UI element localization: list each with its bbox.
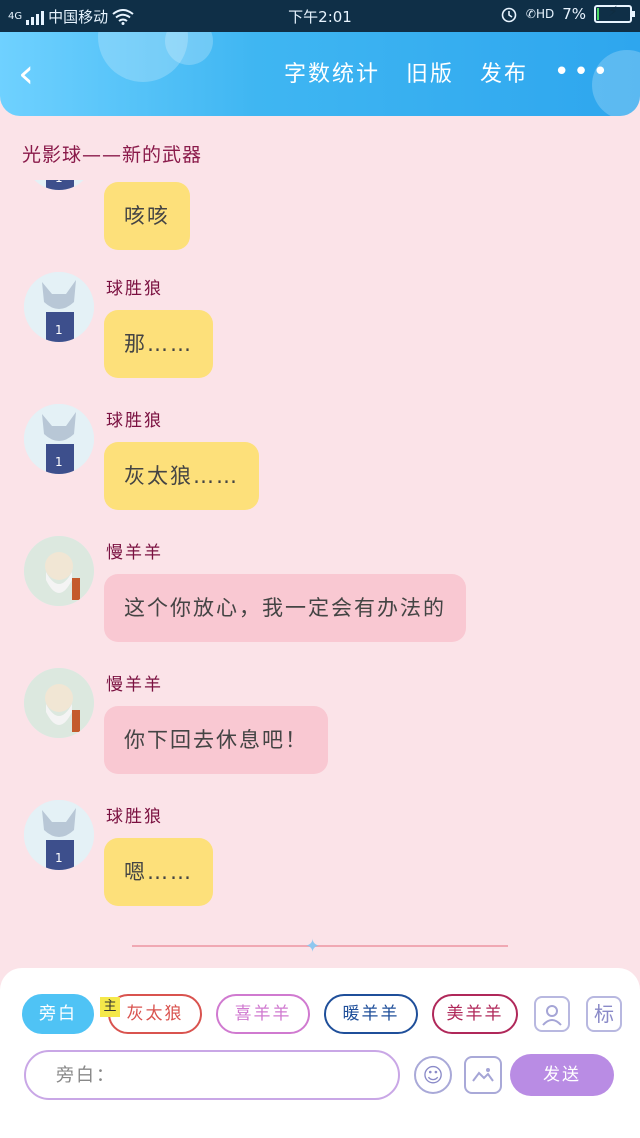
message-bubble: 灰太狼…… (104, 442, 259, 510)
speaker-name: 球胜狼 (106, 807, 163, 827)
charging-icon: ⚡ (608, 4, 618, 20)
svg-text:1: 1 (55, 455, 63, 469)
role-chip-pretty-goat[interactable]: 美羊羊 (432, 994, 518, 1034)
message-bubble: 咳咳 (104, 182, 190, 250)
role-chip-pleasant-goat[interactable]: 喜羊羊 (216, 994, 310, 1034)
wolf-avatar[interactable]: 1 (24, 404, 94, 474)
speaker-name: 慢羊羊 (106, 675, 163, 695)
svg-text:1: 1 (55, 851, 63, 865)
speaker-name: 慢羊羊 (106, 543, 163, 563)
star-decor-icon: ✦ (305, 936, 321, 957)
alarm-icon (501, 7, 517, 23)
message-bubble: 那…… (104, 310, 213, 378)
battery-percent: 7% (562, 5, 586, 23)
composer-panel: 旁白 灰太狼 主 喜羊羊 暖羊羊 美羊羊 标 ☺ 发送 (0, 968, 640, 1138)
message-bubble: 这个你放心，我一定会有办法的 (104, 574, 466, 642)
svg-text:1: 1 (55, 323, 63, 337)
back-button[interactable]: ‹ (18, 54, 54, 94)
person-icon[interactable] (534, 996, 570, 1032)
hd-label: HD (535, 7, 555, 21)
narration-input-box[interactable] (24, 1050, 400, 1100)
call-hd-icon: ✆HD (525, 7, 555, 21)
narration-input[interactable] (56, 1060, 376, 1090)
speaker-name: 球胜狼 (106, 279, 163, 299)
message-bubble: 嗯…… (104, 838, 213, 906)
label-button[interactable]: 标 (586, 996, 622, 1032)
elder-goat-avatar[interactable] (24, 536, 94, 606)
role-chip-grey-wolf[interactable]: 灰太狼 (108, 994, 202, 1034)
status-right: ✆HD 7% ⚡ (500, 4, 635, 23)
wolf-avatar[interactable]: 1 (24, 180, 94, 190)
role-chip-lazy-goat[interactable]: 暖羊羊 (324, 994, 418, 1034)
image-icon[interactable] (464, 1056, 502, 1094)
old-version-button[interactable]: 旧版 (406, 56, 454, 88)
word-count-button[interactable]: 字数统计 (284, 56, 380, 88)
wolf-avatar[interactable]: 1 (24, 272, 94, 342)
role-chip-narrator[interactable]: 旁白 (22, 994, 94, 1034)
status-bar: 4G 中国移动 下午2:01 ✆HD 7% ⚡ (0, 0, 640, 32)
publish-button[interactable]: 发布 (480, 56, 528, 88)
header-actions: 字数统计 旧版 发布 ••• (284, 56, 612, 88)
elder-goat-avatar[interactable] (24, 668, 94, 738)
document-title: 光影球——新的武器 (22, 144, 203, 166)
message-bubble: 你下回去休息吧！ (104, 706, 328, 774)
main-role-badge: 主 (100, 997, 120, 1017)
svg-text:1: 1 (55, 180, 63, 185)
speaker-name: 球胜狼 (106, 411, 163, 431)
send-button[interactable]: 发送 (510, 1054, 614, 1096)
battery-icon: ⚡ (594, 4, 635, 23)
app-header: ‹ 字数统计 旧版 发布 ••• (0, 32, 640, 116)
message-list[interactable]: 1 咳咳 1 球胜狼 那…… 1 球胜狼 灰太狼…… 慢羊羊 这个你放心，我一定… (0, 180, 640, 940)
wolf-avatar[interactable]: 1 (24, 800, 94, 870)
emoji-icon[interactable]: ☺ (414, 1056, 452, 1094)
more-icon[interactable]: ••• (554, 57, 612, 87)
